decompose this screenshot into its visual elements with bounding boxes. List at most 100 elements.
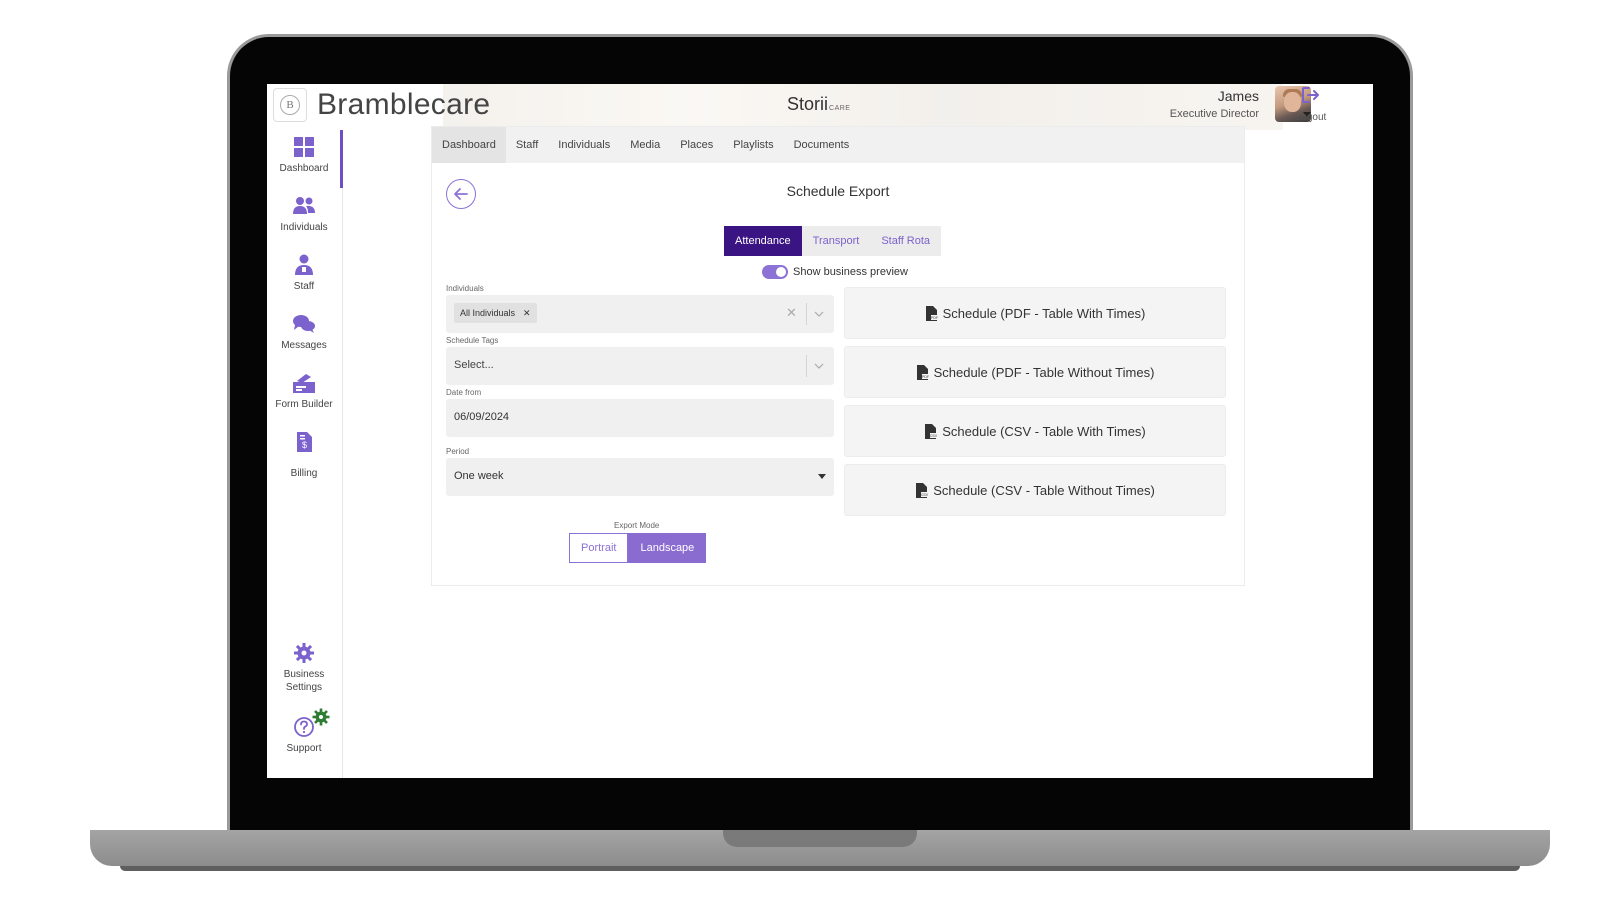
laptop-notch [723,830,917,847]
sidebar-item-dashboard[interactable]: Dashboard [267,136,341,175]
main-panel: Dashboard Staff Individuals Media Places… [431,126,1245,586]
user-role: Executive Director [1169,108,1259,120]
sidebar-item-label-line1: Business [283,669,325,680]
product-name: Storii [787,94,829,114]
segment-staff-rota[interactable]: Staff Rota [870,226,942,256]
brand-logo-box[interactable]: B [273,88,307,122]
sidebar-item-business-settings[interactable]: Business Settings [267,642,341,694]
sidebar-item-billing[interactable]: $ Billing [267,431,341,480]
segment-transport[interactable]: Transport [801,226,871,256]
export-label: Schedule (PDF - Table Without Times) [933,364,1155,380]
billing-icon: $ [297,432,312,452]
tab-individuals[interactable]: Individuals [548,127,620,163]
app-header: B Bramblecare StoriiCARE James Executive… [267,84,1373,130]
chevron-down-icon[interactable] [814,309,824,319]
sidebar-item-staff[interactable]: Staff [267,254,341,293]
schedule-tags-placeholder: Select... [454,359,494,371]
sidebar-item-form-builder[interactable]: Form Builder [267,372,341,411]
sidebar-item-label: Billing [290,468,318,479]
business-preview-toggle[interactable] [762,265,788,279]
period-label: Period [446,447,470,456]
export-mode-landscape-button[interactable]: Landscape [628,533,707,563]
schedule-tags-select[interactable]: Select... [446,347,834,385]
date-from-label: Date from [446,388,482,397]
product-suffix: CARE [829,105,851,112]
business-preview-toggle-row: Show business preview [762,265,908,279]
svg-text:CSV: CSV [921,493,928,497]
svg-text:CSV: CSV [930,434,937,438]
csv-file-icon: CSV [916,482,929,498]
sidebar-item-individuals[interactable]: Individuals [267,195,341,234]
field-divider [806,303,807,325]
pdf-file-icon: PDF [925,305,938,321]
dashboard-icon [294,137,314,157]
tab-media[interactable]: Media [620,127,670,163]
sidebar-item-messages[interactable]: Messages [267,313,341,352]
sidebar: Dashboard Individuals Staff Messages For… [267,130,343,778]
export-mode-segmented: Portrait Landscape [569,533,707,563]
individuals-icon [293,197,315,214]
caret-down-icon [818,474,826,479]
logout-button[interactable]: Logout [1281,86,1341,123]
period-value: One week [454,470,504,482]
clear-selection-icon[interactable]: ✕ [786,305,797,321]
top-tabbar: Dashboard Staff Individuals Media Places… [432,127,1244,163]
pdf-file-icon: PDF [916,364,929,380]
staff-icon [295,254,313,275]
schedule-type-segmented: Attendance Transport Staff Rota [724,226,942,256]
svg-text:PDF: PDF [922,375,929,379]
tab-places[interactable]: Places [670,127,723,163]
csv-file-icon: CSV [925,423,938,439]
sidebar-item-label: Business Settings [267,668,341,694]
sidebar-item-label-line2: Settings [285,682,323,693]
export-csv-without-times-button[interactable]: CSV Schedule (CSV - Table Without Times) [844,464,1226,516]
messages-icon [293,315,315,333]
product-logo: StoriiCARE [787,94,850,115]
settings-badge-icon[interactable] [312,708,330,726]
sidebar-item-label: Messages [281,340,327,351]
app-screen: B Bramblecare StoriiCARE James Executive… [267,84,1373,778]
page-title: Schedule Export [786,183,890,199]
chevron-down-icon[interactable] [814,361,824,371]
sidebar-active-indicator [340,130,343,188]
tab-documents[interactable]: Documents [784,127,860,163]
tab-staff[interactable]: Staff [506,127,548,163]
individuals-chip: All Individuals ✕ [454,303,537,323]
sidebar-item-label: Staff [293,281,315,292]
form-builder-icon [293,374,315,393]
sidebar-item-label: Support [286,743,322,754]
svg-text:$: $ [302,440,307,450]
sidebar-item-label: Form Builder [275,399,333,410]
sidebar-item-label: Dashboard [279,163,329,174]
tab-playlists[interactable]: Playlists [723,127,783,163]
chip-remove-icon[interactable]: ✕ [523,303,531,323]
export-csv-with-times-button[interactable]: CSV Schedule (CSV - Table With Times) [844,405,1226,457]
chip-label: All Individuals [460,308,516,318]
laptop-base-shadow [120,866,1520,871]
tab-dashboard[interactable]: Dashboard [432,127,506,163]
export-pdf-without-times-button[interactable]: PDF Schedule (PDF - Table Without Times) [844,346,1226,398]
export-mode-portrait-button[interactable]: Portrait [569,533,629,563]
logout-icon [1302,87,1319,103]
back-button[interactable] [446,179,476,209]
brand-name: Bramblecare [317,88,491,121]
export-pdf-with-times-button[interactable]: PDF Schedule (PDF - Table With Times) [844,287,1226,339]
arrow-left-icon [454,188,468,200]
field-divider [806,355,807,377]
export-label: Schedule (PDF - Table With Times) [942,305,1146,321]
toggle-knob [776,267,786,277]
header-banner [443,84,1283,130]
date-from-input[interactable]: 06/09/2024 [446,399,834,437]
svg-text:PDF: PDF [931,316,938,320]
export-label: Schedule (CSV - Table Without Times) [933,482,1155,498]
period-select[interactable]: One week [446,458,834,496]
export-label: Schedule (CSV - Table With Times) [942,423,1146,439]
export-mode-label: Export Mode [614,521,660,530]
brand-logo-icon: B [280,95,300,115]
sidebar-item-label: Individuals [280,222,328,233]
date-from-value: 06/09/2024 [454,411,510,423]
segment-attendance[interactable]: Attendance [724,226,802,256]
individuals-label: Individuals [446,284,484,293]
business-preview-label: Show business preview [793,266,908,278]
individuals-multiselect[interactable]: All Individuals ✕ ✕ [446,295,834,333]
